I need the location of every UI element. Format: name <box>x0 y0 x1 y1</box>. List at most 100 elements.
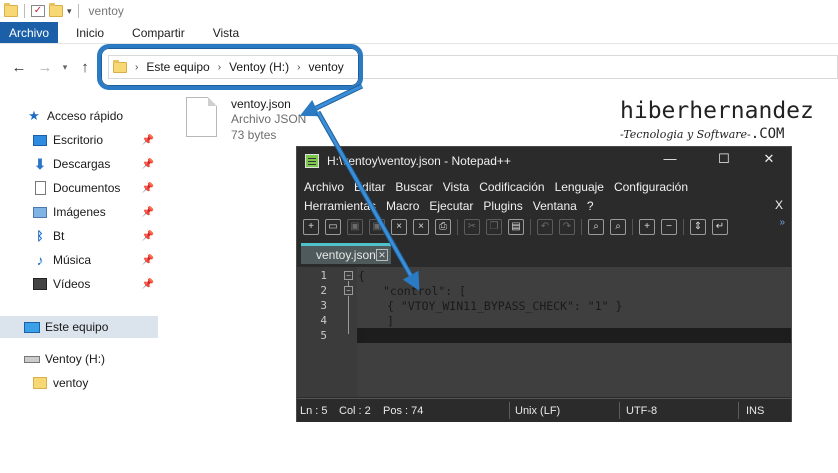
open-file-icon[interactable]: ▭ <box>325 219 341 235</box>
close-icon[interactable]: ✕ <box>754 151 784 167</box>
close-all-icon[interactable]: × <box>413 219 429 235</box>
sidebar-item-quick-access[interactable]: ★ Acceso rápido <box>0 105 158 127</box>
word-wrap-icon[interactable]: ↵ <box>712 219 728 235</box>
sidebar-item-imagenes[interactable]: Imágenes 📌 <box>0 201 158 223</box>
notepad-window: H:\ventoy\ventoy.json - Notepad++ — ☐ ✕ … <box>296 146 792 422</box>
notepad-app-icon <box>305 153 319 168</box>
sidebar-item-musica[interactable]: ♪ Música 📌 <box>0 249 158 271</box>
paste-icon[interactable]: ▤ <box>508 219 524 235</box>
status-insert-mode: INS <box>746 405 765 417</box>
toolbar-overflow-icon[interactable]: » <box>779 217 785 228</box>
line-number: 4 <box>320 314 327 327</box>
tab-archivo[interactable]: Archivo <box>0 22 59 43</box>
pin-icon[interactable]: 📌 <box>142 255 154 266</box>
line-number: 1 <box>320 269 327 282</box>
pin-icon[interactable]: 📌 <box>142 279 154 290</box>
pin-icon[interactable]: 📌 <box>142 183 154 194</box>
zoom-out-icon[interactable]: − <box>661 219 677 235</box>
sidebar-item-label: Música <box>53 253 92 267</box>
status-bar: Ln : 5 Col : 2 Pos : 74 Unix (LF) UTF-8 … <box>297 398 791 422</box>
status-encoding: UTF-8 <box>626 405 658 417</box>
sidebar-item-este-equipo[interactable]: Este equipo <box>0 316 158 338</box>
notepad-title: H:\ventoy\ventoy.json - Notepad++ <box>327 153 511 168</box>
menu-buscar[interactable]: Buscar <box>395 180 432 194</box>
find-icon[interactable]: ⌕ <box>588 219 604 235</box>
status-position: Pos : 74 <box>383 405 424 417</box>
menu-configuracion[interactable]: Configuración <box>614 180 688 194</box>
undo-icon[interactable]: ↶ <box>537 219 553 235</box>
status-line: Ln : 5 <box>300 405 328 417</box>
pin-icon[interactable]: 📌 <box>142 159 154 170</box>
recent-locations-icon[interactable]: ▾ <box>58 62 72 73</box>
separator <box>581 219 582 235</box>
file-name[interactable]: ventoy.json <box>231 97 291 111</box>
maximize-icon[interactable]: ☐ <box>709 151 739 167</box>
save-icon[interactable]: ▣ <box>347 219 363 235</box>
pin-icon[interactable]: 📌 <box>142 207 154 218</box>
sidebar-item-documentos[interactable]: Documentos 📌 <box>0 177 158 199</box>
sidebar-item-bt[interactable]: ᛒ Bt 📌 <box>0 225 158 247</box>
menu-vista[interactable]: Vista <box>443 180 469 194</box>
cut-icon[interactable]: ✂ <box>464 219 480 235</box>
desktop-icon <box>33 134 47 146</box>
videos-icon <box>33 278 47 290</box>
code-line: } <box>358 329 365 343</box>
tab-vista[interactable]: Vista <box>203 22 249 43</box>
pin-icon[interactable]: 📌 <box>142 135 154 146</box>
menu-ejecutar[interactable]: Ejecutar <box>429 199 473 213</box>
json-file-icon[interactable] <box>186 97 217 137</box>
properties-icon[interactable]: ✓ <box>31 5 45 17</box>
tab-inicio[interactable]: Inicio <box>66 22 114 43</box>
minimize-icon[interactable]: — <box>655 151 685 166</box>
forward-arrow-icon[interactable]: → <box>34 59 56 76</box>
new-folder-icon[interactable] <box>49 3 63 17</box>
fold-line <box>348 281 349 286</box>
pictures-icon <box>33 206 47 218</box>
code-line: { <box>358 269 365 283</box>
sidebar-item-label: Descargas <box>53 157 111 171</box>
new-file-icon[interactable]: + <box>303 219 319 235</box>
menu-lenguaje[interactable]: Lenguaje <box>555 180 604 194</box>
menu-herramientas[interactable]: Herramientas <box>304 199 376 213</box>
sync-scroll-icon[interactable]: ⇕ <box>690 219 706 235</box>
tab-compartir[interactable]: Compartir <box>122 22 195 43</box>
status-column: Col : 2 <box>339 405 371 417</box>
close-document-button[interactable]: X <box>775 198 783 212</box>
menu-bar-row2: Herramientas Macro Ejecutar Plugins Vent… <box>297 196 597 215</box>
close-tab-icon[interactable]: ✕ <box>376 249 388 261</box>
fold-collapse-icon[interactable]: − <box>344 286 353 295</box>
document-tabs: ventoy.json ✕ <box>297 242 791 266</box>
menu-ventana[interactable]: Ventana <box>533 199 577 213</box>
copy-icon[interactable]: ❐ <box>486 219 502 235</box>
up-arrow-icon[interactable]: ↑ <box>74 59 96 76</box>
back-arrow-icon[interactable]: ← <box>8 59 30 76</box>
watermark-tagline: -Tecnologia y Software- <box>620 128 751 141</box>
menu-editar[interactable]: Editar <box>354 180 385 194</box>
replace-icon[interactable]: ⌕ <box>610 219 626 235</box>
menu-codificacion[interactable]: Codificación <box>479 180 544 194</box>
tab-ventoy-json[interactable]: ventoy.json ✕ <box>301 243 391 264</box>
sidebar-item-escritorio[interactable]: Escritorio 📌 <box>0 129 158 151</box>
sidebar-item-descargas[interactable]: ⬇ Descargas 📌 <box>0 153 158 175</box>
save-all-icon[interactable]: ▣ <box>369 219 385 235</box>
zoom-in-icon[interactable]: + <box>639 219 655 235</box>
sidebar-item-ventoy-drive[interactable]: Ventoy (H:) <box>0 348 158 370</box>
redo-icon[interactable]: ↷ <box>559 219 575 235</box>
menu-help[interactable]: ? <box>587 199 594 213</box>
menu-archivo[interactable]: Archivo <box>304 180 344 194</box>
close-file-icon[interactable]: × <box>391 219 407 235</box>
file-size: 73 bytes <box>231 128 277 142</box>
print-icon[interactable]: ⎙ <box>435 219 451 235</box>
fold-line <box>348 296 349 334</box>
sidebar-item-label: Vídeos <box>53 277 91 291</box>
quick-access-dropdown-icon[interactable]: ▾ <box>67 6 72 17</box>
separator <box>530 219 531 235</box>
documents-icon <box>34 181 46 195</box>
fold-collapse-icon[interactable]: − <box>344 271 353 280</box>
sidebar-item-videos[interactable]: Vídeos 📌 <box>0 273 158 295</box>
code-editor[interactable]: 1 2 3 4 5 − − { "control": [ { "VTOY_WIN… <box>297 267 791 397</box>
menu-plugins[interactable]: Plugins <box>483 199 522 213</box>
menu-macro[interactable]: Macro <box>386 199 419 213</box>
sidebar-item-ventoy-folder[interactable]: ventoy <box>0 372 158 394</box>
pin-icon[interactable]: 📌 <box>142 231 154 242</box>
